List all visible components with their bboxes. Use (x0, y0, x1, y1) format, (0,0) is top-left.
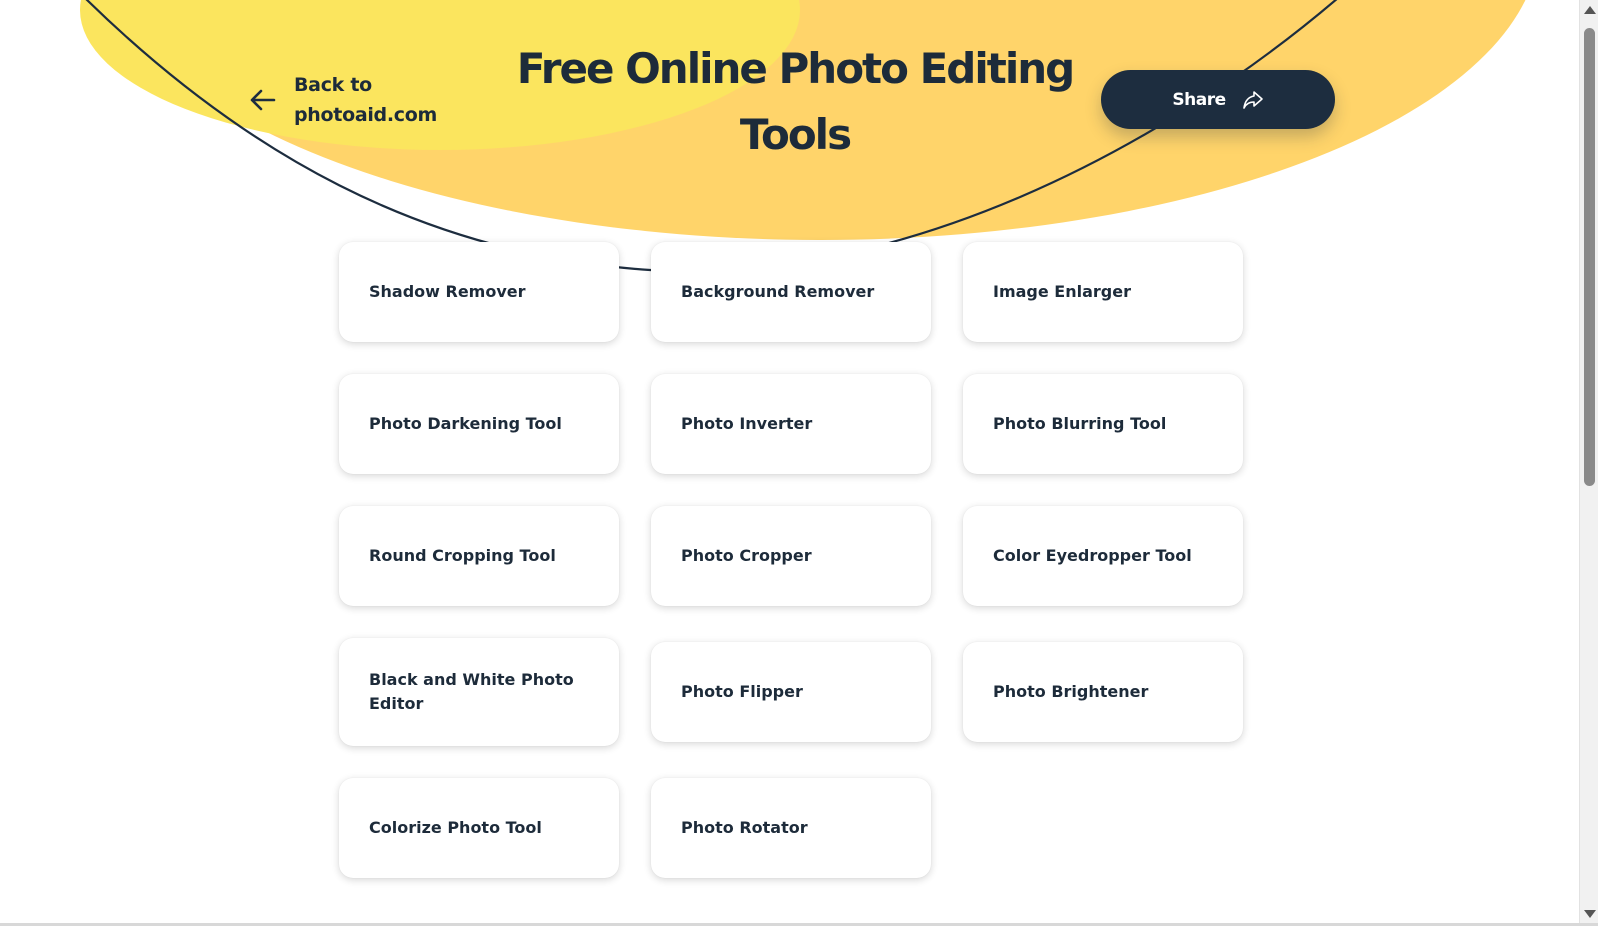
tool-card-photo-darkening-tool[interactable]: Photo Darkening Tool (339, 374, 619, 474)
share-arrow-icon (1242, 90, 1263, 109)
tool-card-black-and-white-photo-editor[interactable]: Black and White Photo Editor (339, 638, 619, 746)
tool-card-background-remover[interactable]: Background Remover (651, 242, 931, 342)
scroll-down-arrow-icon[interactable] (1584, 910, 1596, 918)
tool-label: Shadow Remover (369, 282, 526, 301)
tool-card-photo-blurring-tool[interactable]: Photo Blurring Tool (963, 374, 1243, 474)
arrow-left-icon (250, 89, 276, 111)
page-title-line2: Tools (739, 110, 852, 159)
tool-card-photo-cropper[interactable]: Photo Cropper (651, 506, 931, 606)
tool-label: Black and White Photo Editor (369, 670, 574, 713)
back-link-label-line2: photoaid.com (294, 104, 437, 126)
tool-label: Image Enlarger (993, 282, 1131, 301)
scroll-up-arrow-icon[interactable] (1584, 6, 1596, 14)
tool-label: Photo Rotator (681, 818, 808, 837)
tool-card-color-eyedropper-tool[interactable]: Color Eyedropper Tool (963, 506, 1243, 606)
page-title: Free Online Photo Editing Tools (480, 36, 1110, 168)
share-button-label: Share (1172, 89, 1226, 110)
tool-label: Colorize Photo Tool (369, 818, 542, 837)
tool-label: Round Cropping Tool (369, 546, 556, 565)
tool-label: Color Eyedropper Tool (993, 546, 1192, 565)
back-link-label: Back to photoaid.com (294, 70, 437, 130)
tool-card-photo-inverter[interactable]: Photo Inverter (651, 374, 931, 474)
tool-label: Background Remover (681, 282, 875, 301)
tool-card-image-enlarger[interactable]: Image Enlarger (963, 242, 1243, 342)
tool-label: Photo Flipper (681, 682, 803, 701)
back-to-site-link[interactable]: Back to photoaid.com (248, 70, 448, 130)
scrollbar-thumb[interactable] (1584, 28, 1595, 486)
tool-label: Photo Blurring Tool (993, 414, 1167, 433)
tool-card-photo-brightener[interactable]: Photo Brightener (963, 642, 1243, 742)
tool-card-photo-flipper[interactable]: Photo Flipper (651, 642, 931, 742)
tool-card-colorize-photo-tool[interactable]: Colorize Photo Tool (339, 778, 619, 878)
share-button[interactable]: Share (1101, 70, 1335, 129)
tool-label: Photo Darkening Tool (369, 414, 562, 433)
tool-card-photo-rotator[interactable]: Photo Rotator (651, 778, 931, 878)
page-title-line1: Free Online Photo Editing (516, 44, 1075, 93)
tool-card-shadow-remover[interactable]: Shadow Remover (339, 242, 619, 342)
vertical-scrollbar[interactable] (1579, 0, 1598, 926)
tool-label: Photo Inverter (681, 414, 813, 433)
back-link-label-line1: Back to (294, 74, 372, 96)
tool-label: Photo Cropper (681, 546, 812, 565)
page-viewport: Back to photoaid.com Free Online Photo E… (0, 0, 1598, 926)
tool-label: Photo Brightener (993, 682, 1149, 701)
tool-card-round-cropping-tool[interactable]: Round Cropping Tool (339, 506, 619, 606)
